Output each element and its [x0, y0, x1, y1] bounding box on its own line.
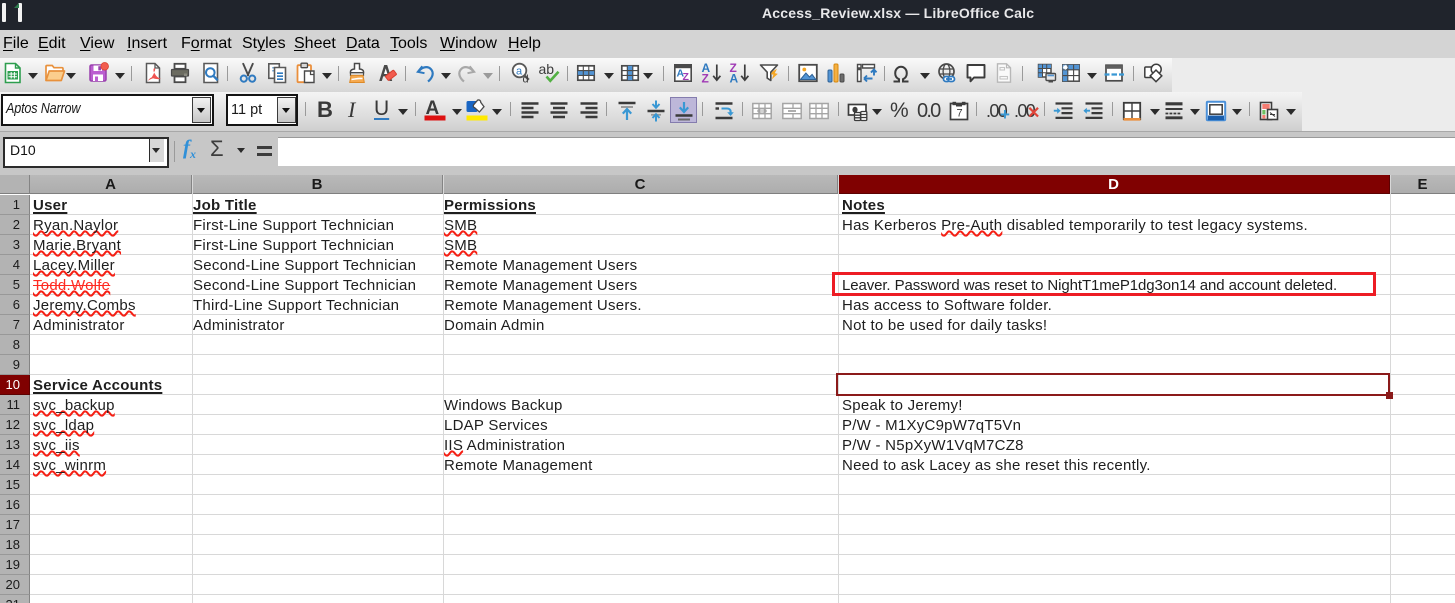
svg-text:d: d — [523, 74, 529, 86]
svg-text:7: 7 — [957, 108, 963, 120]
svg-text:A: A — [730, 72, 739, 86]
svg-text:ab: ab — [538, 61, 554, 77]
svg-text:Z: Z — [702, 72, 709, 86]
svg-text:Z: Z — [683, 71, 690, 83]
